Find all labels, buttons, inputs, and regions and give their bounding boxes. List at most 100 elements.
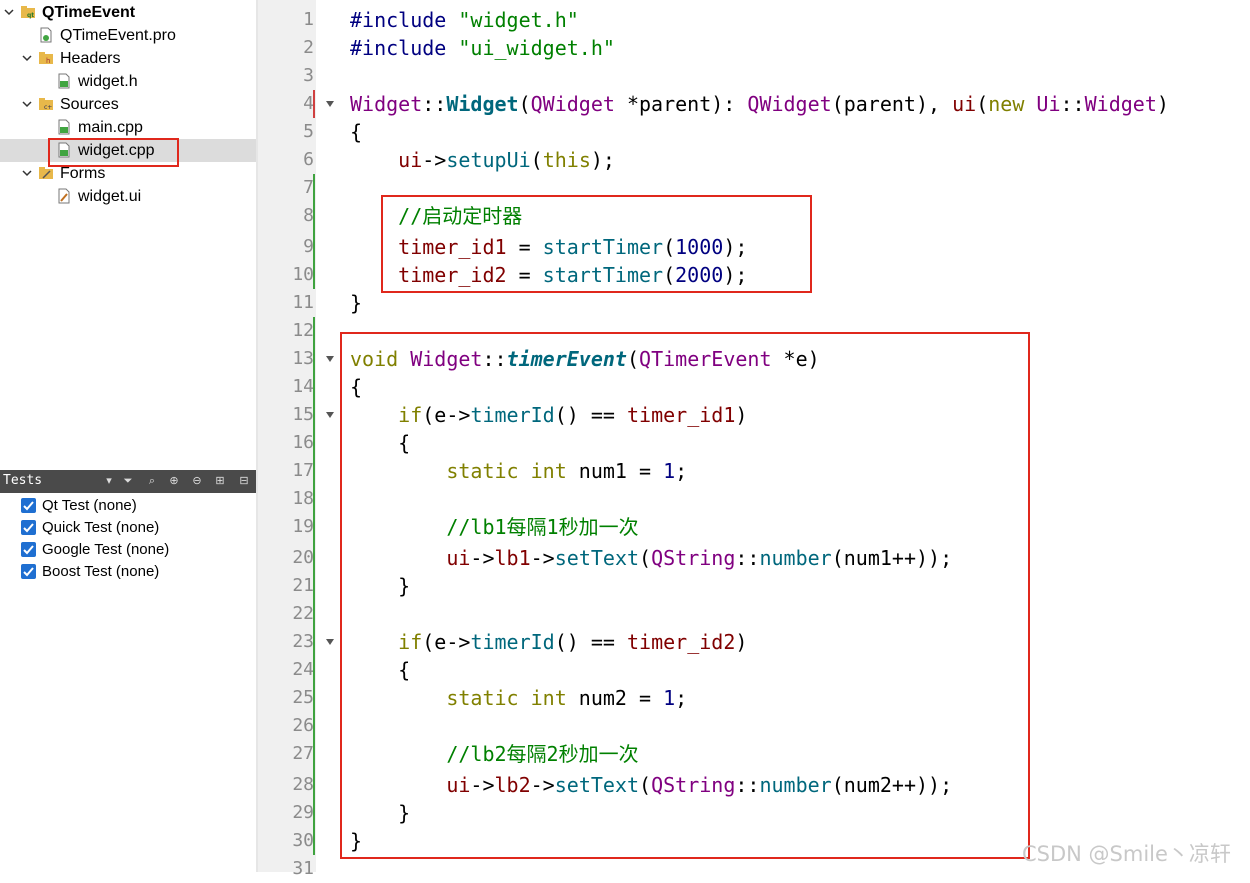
cpp-file-icon <box>56 119 72 135</box>
line-number: 29 <box>292 802 314 823</box>
line-number: 18 <box>292 488 314 509</box>
code-line-2[interactable]: #include "ui_widget.h" <box>350 34 615 62</box>
tree-item-sources[interactable]: c+ Sources <box>0 93 256 116</box>
forms-folder-icon <box>38 165 54 181</box>
code-line-5[interactable]: { <box>350 118 362 146</box>
tree-label-project: QTimeEvent <box>42 4 136 21</box>
chevron-down-icon[interactable] <box>22 168 32 178</box>
tree-label-sources: Sources <box>60 96 119 113</box>
fold-marker-icon[interactable] <box>326 356 334 362</box>
fold-marker-icon[interactable] <box>326 639 334 645</box>
change-marker-modified <box>313 90 315 118</box>
line-number: 26 <box>292 715 314 736</box>
change-marker-added <box>313 317 315 855</box>
tree-label-widget-h: widget.h <box>78 73 138 90</box>
code-line-6[interactable]: ui->setupUi(this); <box>350 146 615 174</box>
watermark: CSDN @Smile丶凉轩 <box>1022 842 1231 866</box>
checkbox[interactable] <box>21 542 36 557</box>
pin-icon[interactable]: ⌕ <box>146 475 158 487</box>
tree-item-pro-file[interactable]: QTimeEvent.pro <box>0 24 256 47</box>
tree-item-widget-h[interactable]: widget.h <box>0 70 256 93</box>
folder-icon: c+ <box>38 96 54 112</box>
checkbox[interactable] <box>21 520 36 535</box>
line-number: 13 <box>292 348 314 369</box>
svg-text:qt: qt <box>27 12 34 19</box>
line-number: 16 <box>292 432 314 453</box>
line-number: 1 <box>303 9 314 30</box>
project-folder-icon: qt <box>20 4 36 20</box>
test-label: Qt Test (none) <box>42 497 137 514</box>
checkbox[interactable] <box>21 564 36 579</box>
ui-file-icon <box>56 188 72 204</box>
line-number: 30 <box>292 830 314 851</box>
split-icon[interactable]: ⊞ <box>214 475 226 487</box>
line-number: 24 <box>292 659 314 680</box>
line-number: 9 <box>303 236 314 257</box>
remove-icon[interactable]: ⊖ <box>191 475 203 487</box>
code-line-4[interactable]: Widget::Widget(QWidget *parent): QWidget… <box>350 90 1169 118</box>
line-number: 10 <box>292 264 314 285</box>
test-label: Google Test (none) <box>42 541 170 558</box>
line-number: 6 <box>303 149 314 170</box>
line-number: 8 <box>303 205 314 226</box>
line-number: 12 <box>292 320 314 341</box>
header-file-icon <box>56 73 72 89</box>
test-item-qt[interactable]: Qt Test (none) <box>0 495 256 517</box>
tree-item-main-cpp[interactable]: main.cpp <box>0 116 256 139</box>
line-number: 28 <box>292 774 314 795</box>
project-tree: qt QTimeEvent QTimeEvent.pro h Headers w… <box>0 0 256 467</box>
line-number: 3 <box>303 65 314 86</box>
line-number: 4 <box>303 93 314 114</box>
line-number: 14 <box>292 376 314 397</box>
svg-text:c+: c+ <box>44 104 52 111</box>
pro-file-icon <box>38 27 54 43</box>
line-number: 19 <box>292 516 314 537</box>
tree-item-widget-ui[interactable]: widget.ui <box>0 185 256 208</box>
svg-text:h: h <box>46 57 50 65</box>
tests-list: Qt Test (none) Quick Test (none) Google … <box>0 493 256 872</box>
chevron-down-icon[interactable] <box>22 53 32 63</box>
line-number: 2 <box>303 37 314 58</box>
tree-label-main-cpp: main.cpp <box>78 119 143 136</box>
line-number: 22 <box>292 603 314 624</box>
chevron-down-icon[interactable] <box>22 99 32 109</box>
filter-icon[interactable]: ⏷ <box>122 475 134 487</box>
test-label: Boost Test (none) <box>42 563 160 580</box>
folder-icon: h <box>38 50 54 66</box>
tree-label-pro-file: QTimeEvent.pro <box>60 27 176 44</box>
checkbox[interactable] <box>21 498 36 513</box>
line-number: 31 <box>292 858 314 879</box>
code-line-11[interactable]: } <box>350 289 362 317</box>
chevron-down-icon[interactable] <box>4 7 14 17</box>
highlight-box-start-timer <box>381 195 812 293</box>
line-number: 5 <box>303 121 314 142</box>
tree-item-project[interactable]: qt QTimeEvent <box>0 1 256 24</box>
fold-marker-icon[interactable] <box>326 412 334 418</box>
dropdown-arrow-icon[interactable]: ▾ <box>103 475 115 487</box>
test-item-boost[interactable]: Boost Test (none) <box>0 561 256 583</box>
tree-item-headers[interactable]: h Headers <box>0 47 256 70</box>
test-item-quick[interactable]: Quick Test (none) <box>0 517 256 539</box>
add-icon[interactable]: ⊕ <box>168 475 180 487</box>
line-number: 15 <box>292 404 314 425</box>
line-number: 17 <box>292 460 314 481</box>
close-pane-icon[interactable]: ⊟ <box>238 475 250 487</box>
tree-label-widget-ui: widget.ui <box>78 188 142 205</box>
highlight-box-timer-event <box>340 332 1030 859</box>
test-item-google[interactable]: Google Test (none) <box>0 539 256 561</box>
line-number: 11 <box>292 292 314 313</box>
fold-marker-icon[interactable] <box>326 101 334 107</box>
line-number: 25 <box>292 687 314 708</box>
line-number: 7 <box>303 177 314 198</box>
test-label: Quick Test (none) <box>42 519 160 536</box>
change-marker-added <box>313 174 315 289</box>
highlight-box-widget-cpp <box>48 138 179 167</box>
tree-label-headers: Headers <box>60 50 121 67</box>
code-line-1[interactable]: #include "widget.h" <box>350 6 579 34</box>
tests-toolbar: Tests ▾ ⏷ ⌕ ⊕ ⊖ ⊞ ⊟ <box>0 470 256 493</box>
line-number: 23 <box>292 631 314 652</box>
tests-title: Tests <box>3 473 43 488</box>
line-number: 21 <box>292 575 314 596</box>
line-number: 20 <box>292 547 314 568</box>
line-number: 27 <box>292 743 314 764</box>
